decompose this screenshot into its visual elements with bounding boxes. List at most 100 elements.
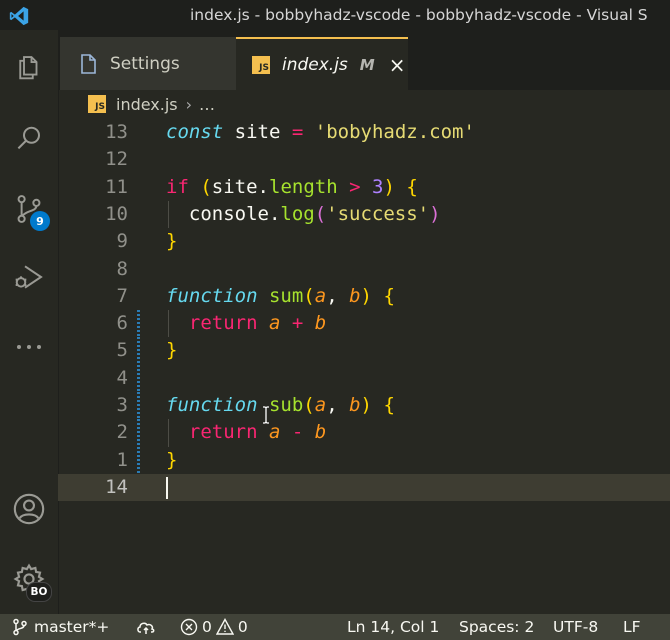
code-line[interactable]: 9} xyxy=(58,228,670,255)
source-control-badge: 9 xyxy=(30,211,50,231)
code-token: return xyxy=(188,312,258,335)
code-token: { xyxy=(383,394,395,416)
code-line-current[interactable]: 14 xyxy=(58,473,670,502)
code-token: , xyxy=(326,394,350,416)
branch-indicator[interactable]: master*+ xyxy=(12,614,109,640)
code-line[interactable]: 8 xyxy=(58,256,670,283)
code-token: ( xyxy=(303,284,315,307)
problems-indicator[interactable]: 0 0 xyxy=(180,614,248,640)
code-line[interactable]: 10 console.log('success') xyxy=(58,200,670,229)
code-line[interactable]: 4 xyxy=(58,364,670,392)
eol-setting[interactable]: LF xyxy=(623,614,641,640)
git-branch-icon xyxy=(13,618,27,636)
warning-count: 0 xyxy=(237,618,248,636)
activity-bar: 9 xyxy=(0,30,59,614)
branch-name: master*+ xyxy=(34,618,110,636)
code-line[interactable]: 3 function sub(a, b) { xyxy=(58,392,670,420)
code-line[interactable]: 11 if (site.length > 3) { xyxy=(58,174,670,201)
line-number: 13 xyxy=(105,121,128,143)
code-line[interactable]: 1} xyxy=(58,446,670,474)
tab-label: index.js xyxy=(282,54,348,75)
gutter-change-marker[interactable] xyxy=(137,364,140,392)
code-token: sub xyxy=(268,394,304,416)
warning-icon xyxy=(215,618,234,635)
indentation-setting[interactable]: Spaces: 2 xyxy=(459,614,534,640)
line-number: 12 xyxy=(105,148,128,171)
code-token: length xyxy=(269,175,338,198)
line-number: 1 xyxy=(116,448,128,471)
gutter-change-marker[interactable] xyxy=(137,392,140,420)
close-icon[interactable]: × xyxy=(389,55,406,75)
text-caret xyxy=(166,476,168,499)
explorer-icon[interactable] xyxy=(10,48,48,86)
line-number: 14 xyxy=(105,475,128,498)
search-icon[interactable] xyxy=(10,120,48,158)
account-badge: BO xyxy=(26,582,52,602)
breadcrumb-file[interactable]: index.js xyxy=(116,95,178,114)
window-title: index.js - bobbyhadz-vscode - bobbyhadz-… xyxy=(190,6,648,24)
code-token: ) xyxy=(360,284,372,307)
code-token: console. xyxy=(166,202,281,225)
code-token: a xyxy=(314,394,327,416)
code-token: ( xyxy=(200,175,212,198)
code-token: { xyxy=(383,284,395,307)
code-token: ) xyxy=(383,175,395,198)
code-line[interactable]: 13 const site = 'bobyhadz.com' xyxy=(58,119,670,146)
code-text: if (site.length > 3) { xyxy=(166,174,418,201)
gutter-change-marker[interactable] xyxy=(137,419,140,447)
line-number: 6 xyxy=(116,312,128,335)
code-token: , xyxy=(326,284,350,307)
code-token: { xyxy=(406,175,418,198)
code-token: function xyxy=(166,284,258,307)
account-icon[interactable] xyxy=(10,490,48,528)
code-line[interactable]: 12 xyxy=(58,146,670,173)
gutter-change-marker[interactable] xyxy=(137,446,140,474)
tab-settings[interactable]: Settings xyxy=(60,37,236,90)
tab-label: Settings xyxy=(110,53,180,74)
code-text: return a + b xyxy=(166,310,326,337)
tab-bar: Settings JS index.js M × xyxy=(58,30,670,90)
cursor-position[interactable]: Ln 14, Col 1 xyxy=(347,614,439,640)
line-number: 7 xyxy=(116,284,128,307)
code-editor[interactable]: 13 const site = 'bobyhadz.com' 12 11 if (sit… xyxy=(58,118,670,614)
code-line[interactable]: 2 return a - b xyxy=(58,419,670,447)
title-bar: index.js - bobbyhadz-vscode - bobbyhadz-… xyxy=(0,0,670,30)
encoding-setting[interactable]: UTF-8 xyxy=(553,614,598,640)
line-number: 4 xyxy=(116,366,128,389)
line-number: 10 xyxy=(105,202,128,225)
line-number: 2 xyxy=(116,421,128,444)
code-token: 'success' xyxy=(326,202,430,225)
code-token: > xyxy=(349,175,361,198)
code-token: } xyxy=(166,339,178,362)
gutter-change-marker[interactable] xyxy=(137,337,140,365)
code-token: } xyxy=(166,448,178,471)
cloud-sync-icon xyxy=(137,622,155,634)
run-debug-icon[interactable] xyxy=(10,258,48,296)
code-line[interactable]: 7 function sum(a, b) { xyxy=(58,283,670,310)
vscode-logo-icon xyxy=(8,5,30,27)
error-icon xyxy=(180,618,198,636)
code-line[interactable]: 5} xyxy=(58,337,670,365)
code-line[interactable]: 6 return a + b xyxy=(58,310,670,338)
code-token: log xyxy=(280,202,315,225)
breadcrumb-separator: › xyxy=(185,94,193,114)
gutter-change-marker[interactable] xyxy=(137,310,140,338)
status-bar: master*+ 0 0 Ln 14, Col 1 Spaces: 2 UTF-… xyxy=(0,614,670,640)
code-token: - xyxy=(291,421,304,444)
more-icon[interactable] xyxy=(10,328,48,366)
tab-index-js[interactable]: JS index.js M × xyxy=(236,37,408,90)
code-token: function xyxy=(166,394,258,416)
breadcrumb-more[interactable]: … xyxy=(199,95,215,114)
sync-button[interactable] xyxy=(136,614,156,640)
code-text: function sub(a, b) { xyxy=(166,392,395,419)
